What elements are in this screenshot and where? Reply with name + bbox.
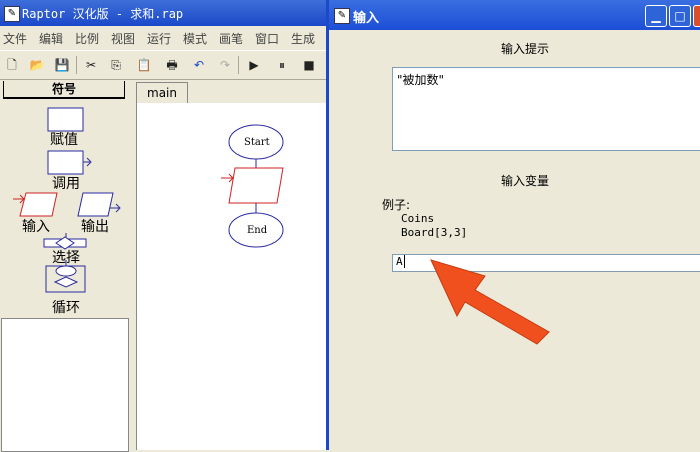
tab-main[interactable]: main — [136, 82, 188, 104]
dialog-title: 输入 — [353, 11, 380, 26]
new-file-icon[interactable]: 🗋 — [2, 55, 22, 75]
flow-input-arrow-icon — [221, 173, 234, 183]
toolbar: 🗋 📂 💾 ✂ ⎘ 📋 🖶 ↶ ↷ ▶ ⏸ ■ — [0, 50, 330, 80]
save-icon[interactable]: 💾 — [52, 55, 72, 75]
dialog-app-icon: ✎ — [334, 8, 350, 24]
menu-view[interactable]: 视图 — [111, 30, 135, 47]
variable-label: 输入变量 — [501, 174, 550, 188]
flow-input-parallelogram[interactable] — [228, 167, 284, 204]
redo-icon[interactable]: ↷ — [215, 55, 235, 75]
flow-end-label: End — [247, 225, 268, 236]
variables-panel — [1, 318, 129, 452]
symbols-header: 符号 — [3, 81, 125, 99]
menu-pen[interactable]: 画笔 — [219, 30, 243, 47]
paste-icon[interactable]: 📋 — [134, 55, 154, 75]
prompt-textarea[interactable]: "被加数" — [392, 67, 700, 151]
menu-run[interactable]: 运行 — [147, 30, 171, 47]
dialog-title-bar[interactable]: ✎ 输入 ▁ □ — [329, 0, 700, 30]
minimize-icon[interactable]: ▁ — [645, 5, 667, 27]
output-symbol-icon[interactable] — [77, 192, 114, 217]
symbol-label-input: 输入 — [22, 219, 50, 235]
close-icon[interactable] — [693, 5, 700, 27]
menu-file[interactable]: 文件 — [3, 30, 27, 47]
flow-start-label: Start — [244, 137, 270, 148]
input-symbol-icon[interactable] — [19, 192, 58, 217]
menu-generate[interactable]: 生成 — [291, 30, 315, 47]
flowchart-canvas[interactable]: Start End — [136, 103, 331, 450]
menu-window[interactable]: 窗口 — [255, 30, 279, 47]
text-cursor — [403, 255, 405, 268]
open-folder-icon[interactable]: 📂 — [27, 55, 47, 75]
example-label: 例子: — [382, 198, 411, 212]
menu-edit[interactable]: 编辑 — [39, 30, 63, 47]
toolbar-separator — [76, 56, 77, 74]
copy-icon[interactable]: ⎘ — [106, 55, 126, 75]
menu-scale[interactable]: 比例 — [75, 30, 99, 47]
main-title-bar[interactable]: ✎ Raptor 汉化版 - 求和.rap — [0, 0, 330, 26]
call-symbol-icon[interactable] — [47, 150, 84, 175]
raptor-main-window: ✎ Raptor 汉化版 - 求和.rap 文件 编辑 比例 视图 运行 模式 … — [0, 0, 331, 452]
symbol-label-assign: 赋值 — [50, 132, 78, 148]
annotation-arrow-icon — [430, 259, 550, 345]
example-item: Coins — [401, 212, 435, 225]
main-window-title: Raptor 汉化版 - 求和.rap — [22, 7, 184, 21]
cut-icon[interactable]: ✂ — [81, 55, 101, 75]
example-item: Board[3,3] — [401, 226, 468, 239]
maximize-icon[interactable]: □ — [669, 5, 691, 27]
raptor-app-icon: ✎ — [4, 6, 20, 22]
toolbar-separator — [238, 56, 239, 74]
stop-icon[interactable]: ■ — [299, 55, 319, 75]
pause-icon[interactable]: ⏸ — [272, 55, 292, 75]
undo-icon[interactable]: ↶ — [189, 55, 209, 75]
symbol-label-loop: 循环 — [52, 300, 80, 316]
input-dialog: ✎ 输入 ▁ □ 输入提示 "被加数" 输入变量 例子: Coins Board… — [326, 0, 700, 450]
output-arrow-icon — [110, 203, 121, 213]
prompt-label: 输入提示 — [501, 42, 550, 56]
prompt-value: "被加数" — [397, 73, 445, 87]
assign-symbol-icon[interactable] — [47, 107, 84, 132]
variable-input-value: A — [396, 255, 403, 268]
input-arrow-icon — [13, 194, 25, 204]
menu-bar: 文件 编辑 比例 视图 运行 模式 画笔 窗口 生成 — [0, 27, 330, 47]
print-icon[interactable]: 🖶 — [162, 55, 182, 75]
run-play-icon[interactable]: ▶ — [244, 55, 264, 75]
menu-mode[interactable]: 模式 — [183, 30, 207, 47]
symbol-label-output: 输出 — [81, 219, 109, 235]
call-arrow-icon — [83, 157, 92, 167]
symbol-label-select: 选择 — [52, 250, 80, 266]
flowchart-drawing — [221, 124, 284, 248]
symbol-label-call: 调用 — [52, 176, 80, 192]
